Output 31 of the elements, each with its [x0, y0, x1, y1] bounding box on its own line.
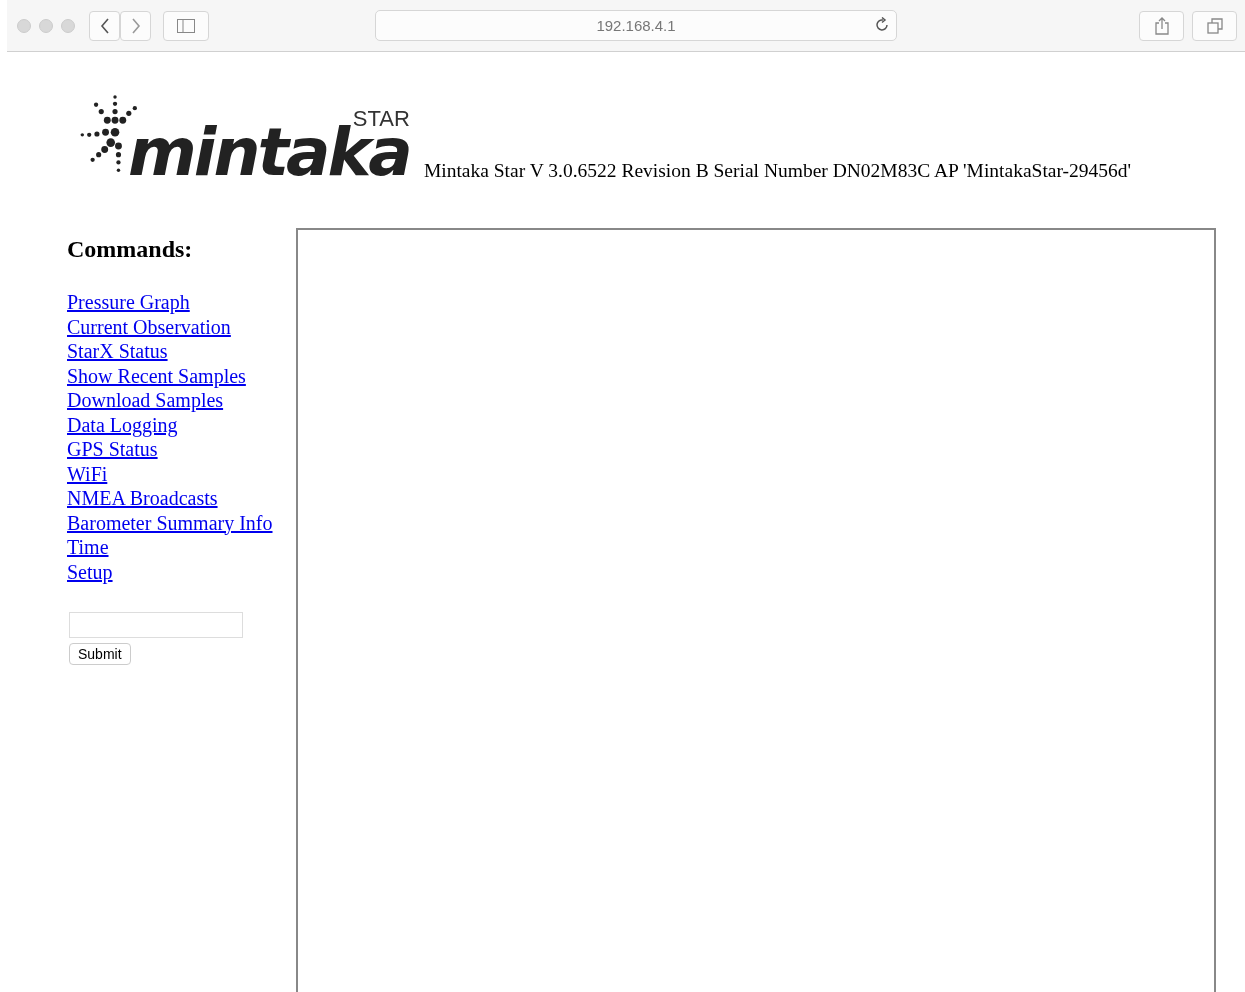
back-button[interactable]: [89, 10, 120, 41]
tabs-button[interactable]: [1192, 10, 1237, 41]
command-link[interactable]: Current Observation: [67, 314, 273, 339]
command-link[interactable]: Show Recent Samples: [67, 363, 273, 388]
chevron-left-icon: [99, 17, 110, 34]
commands-heading: Commands:: [67, 236, 193, 263]
forward-button[interactable]: [120, 10, 151, 41]
address-bar[interactable]: 192.168.4.1: [375, 10, 897, 41]
command-input[interactable]: [69, 612, 243, 638]
command-link[interactable]: GPS Status: [67, 437, 273, 462]
command-link[interactable]: StarX Status: [67, 339, 273, 364]
minimize-window-icon[interactable]: [39, 18, 53, 33]
command-link[interactable]: Data Logging: [67, 412, 273, 437]
tabs-icon: [1206, 17, 1223, 34]
share-button[interactable]: [1139, 10, 1184, 41]
command-link[interactable]: Time: [67, 535, 273, 560]
command-link[interactable]: Barometer Summary Info: [67, 510, 273, 535]
device-info: Mintaka Star V 3.0.6522 Revision B Serial Number DN02M83C AP 'MintakaStar-29456d': [423, 160, 1132, 182]
share-icon: [1154, 16, 1169, 35]
command-link[interactable]: WiFi: [67, 461, 273, 486]
sidebar-button[interactable]: [163, 10, 209, 41]
sidebar-icon: [177, 18, 195, 33]
command-link[interactable]: NMEA Broadcasts: [67, 486, 273, 511]
reload-icon[interactable]: [874, 17, 890, 33]
submit-button[interactable]: Submit: [69, 643, 131, 665]
command-link[interactable]: Setup: [67, 559, 273, 584]
chevron-right-icon: [130, 17, 141, 34]
command-link[interactable]: Download Samples: [67, 388, 273, 413]
command-link[interactable]: Pressure Graph: [67, 290, 273, 315]
zoom-window-icon[interactable]: [61, 18, 75, 33]
close-window-icon[interactable]: [17, 18, 31, 33]
